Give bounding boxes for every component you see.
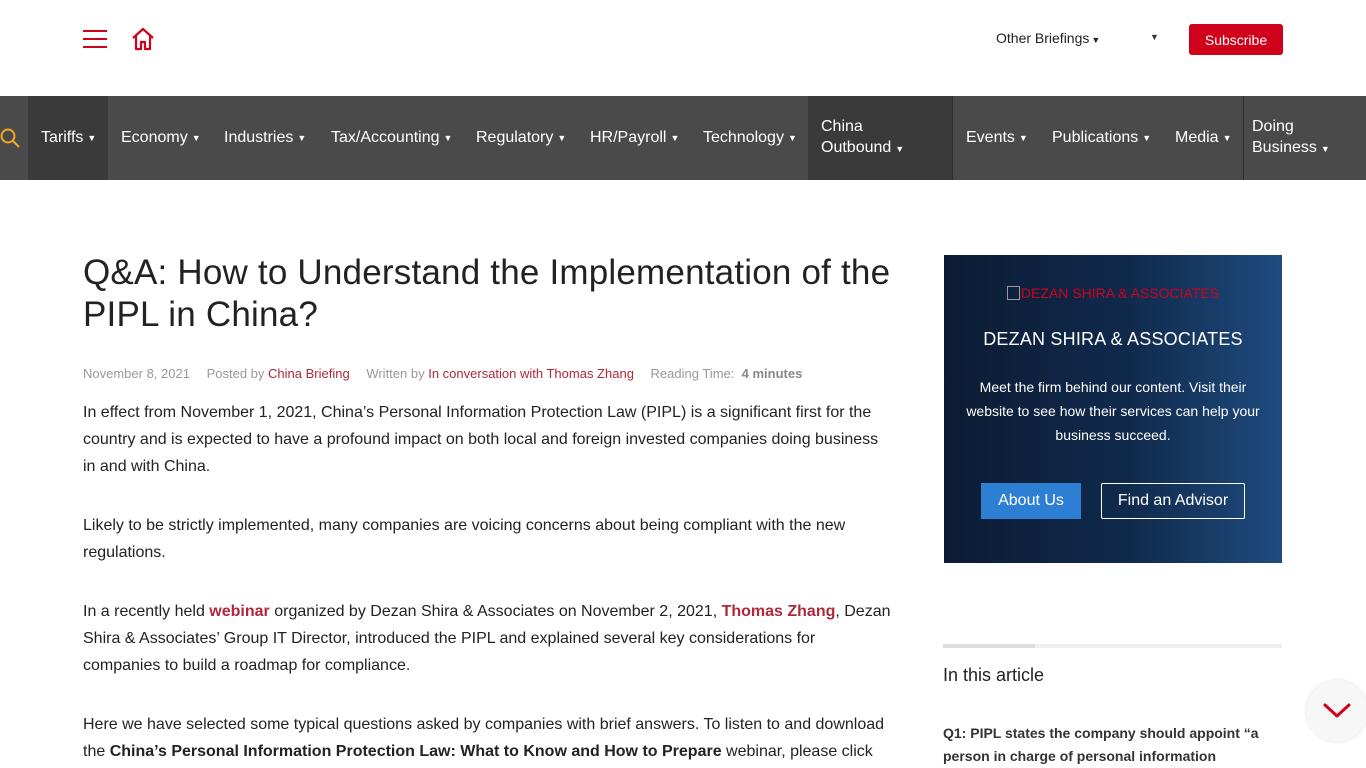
written-by: Written by In conversation with Thomas Z…: [366, 366, 634, 381]
chevron-down-icon: ▼: [1142, 133, 1152, 143]
nav-item-hr-payroll[interactable]: HR/Payroll ▼: [590, 96, 679, 180]
chevron-down-icon: ▼: [443, 133, 453, 143]
nav-item-label: Events: [966, 129, 1015, 146]
chevron-down-icon: ▼: [1222, 133, 1232, 143]
reading-progress-fill: [943, 644, 1035, 648]
article-paragraph: Likely to be strictly implemented, many …: [83, 517, 846, 561]
about-us-button[interactable]: About Us: [981, 483, 1081, 519]
language-dropdown[interactable]: ▼: [1150, 32, 1159, 42]
nav-item-label: HR/Payroll: [590, 129, 667, 146]
chevron-down-icon: ▼: [895, 144, 905, 154]
posted-by: Posted by China Briefing: [207, 366, 350, 381]
toc-heading: In this article: [943, 665, 1045, 685]
nav-item-publications[interactable]: Publications ▼: [1052, 96, 1151, 180]
find-an-advisor-button[interactable]: Find an Advisor: [1101, 483, 1245, 519]
broken-image-icon: [1006, 286, 1020, 300]
nav-item-media[interactable]: Media ▼: [1175, 96, 1232, 180]
chevron-down-icon: ▼: [557, 133, 567, 143]
nav-item-label: Economy: [121, 129, 188, 146]
main-nav: Tariffs ▼ Economy ▼ Industries ▼ Tax/Accoun…: [0, 96, 1366, 180]
reading-time: Reading Time: 4 minutes: [651, 366, 803, 381]
nav-divider: [952, 96, 953, 180]
posted-by-label: Posted by: [206, 366, 265, 381]
reading-progress-bar: [943, 644, 1282, 648]
search-icon[interactable]: [0, 128, 20, 148]
article-paragraph: Here we have selected some typical quest…: [83, 711, 893, 765]
nav-item-label: Regulatory: [476, 129, 554, 146]
chevron-down-icon: ▼: [1091, 35, 1101, 45]
dezan-shira-logo[interactable]: DEZAN SHIRA & ASSOCIATES: [944, 285, 1282, 301]
ad-description: Meet the firm behind our content. Visit …: [966, 379, 1260, 443]
article-title: Q&A: How to Understand the Implementatio…: [83, 253, 891, 334]
chevron-down-icon: ▼: [297, 133, 307, 143]
nav-item-label: Publications: [1052, 129, 1139, 146]
nav-item-label: Tax/Accounting: [331, 129, 440, 146]
chevron-down-icon: ▼: [1150, 32, 1159, 42]
written-by-link[interactable]: In conversation with Thomas Zhang: [428, 366, 634, 381]
nav-divider: [1243, 96, 1244, 180]
toc-item[interactable]: Q1: PIPL states the company should appoi…: [943, 722, 1263, 768]
ad-title: DEZAN SHIRA & ASSOCIATES: [983, 329, 1243, 349]
nav-item-china-outbound[interactable]: China Outbound ▼: [808, 96, 952, 180]
article-date: November 8, 2021: [83, 366, 190, 381]
nav-item-label: Doing Business: [1252, 118, 1317, 156]
nav-item-regulatory[interactable]: Regulatory ▼: [476, 96, 566, 180]
chevron-down-icon: ▼: [670, 133, 680, 143]
chevron-down-icon: ▼: [191, 133, 201, 143]
top-header: Other Briefings ▼ ▼ Subscribe: [0, 0, 1366, 96]
other-briefings-dropdown[interactable]: Other Briefings ▼: [996, 30, 1100, 46]
subscribe-button[interactable]: Subscribe: [1189, 24, 1283, 55]
ad-buttons: About Us Find an Advisor: [944, 483, 1282, 519]
reading-time-label: Reading Time:: [650, 366, 735, 381]
posted-by-link[interactable]: China Briefing: [268, 366, 350, 381]
nav-item-doing-business[interactable]: Doing Business ▼: [1252, 96, 1332, 180]
nav-item-tariffs[interactable]: Tariffs ▼: [28, 96, 108, 180]
nav-item-tax-accounting[interactable]: Tax/Accounting ▼: [331, 96, 452, 180]
nav-item-label: China Outbound: [821, 118, 892, 156]
chevron-down-icon: ▼: [1320, 144, 1330, 154]
nav-item-economy[interactable]: Economy ▼: [121, 96, 201, 180]
chevron-down-icon: ▼: [1018, 133, 1028, 143]
chevron-down-icon: ▼: [787, 133, 797, 143]
reading-time-value: 4 minutes: [741, 366, 803, 381]
chevron-down-icon: [1323, 703, 1351, 718]
paragraph-text: In a recently held: [83, 603, 210, 620]
nav-item-label: Tariffs: [41, 129, 84, 146]
other-briefings-label: Other Briefings: [996, 30, 1090, 46]
nav-item-label: Industries: [224, 129, 294, 146]
article-meta: November 8, 2021 Posted by China Briefin…: [83, 366, 893, 381]
scroll-down-button[interactable]: [1306, 680, 1366, 742]
paragraph-text: webinar, please click: [721, 743, 873, 760]
chevron-down-icon: ▼: [87, 133, 97, 143]
article-paragraph: In a recently held webinar organized by …: [83, 598, 893, 679]
nav-item-events[interactable]: Events ▼: [966, 96, 1028, 180]
webinar-link[interactable]: webinar: [209, 603, 269, 620]
nav-item-label: Technology: [703, 129, 784, 146]
dezan-shira-ad-card: DEZAN SHIRA & ASSOCIATES DEZAN SHIRA & A…: [944, 255, 1282, 563]
thomas-zhang-link[interactable]: Thomas Zhang: [722, 603, 836, 620]
nav-item-label: Media: [1175, 129, 1219, 146]
nav-item-industries[interactable]: Industries ▼: [224, 96, 306, 180]
webinar-title: China’s Personal Information Protection …: [109, 743, 722, 760]
article: Q&A: How to Understand the Implementatio…: [83, 252, 893, 765]
logo-alt-text: DEZAN SHIRA & ASSOCIATES: [1020, 285, 1220, 301]
article-paragraph: In effect from November 1, 2021, China’s…: [83, 404, 879, 475]
written-by-label: Written by: [366, 366, 425, 381]
home-icon[interactable]: [130, 26, 156, 52]
hamburger-menu-icon[interactable]: [83, 28, 107, 50]
paragraph-text: organized by Dezan Shira & Associates on…: [269, 603, 722, 620]
nav-item-technology[interactable]: Technology ▼: [703, 96, 797, 180]
